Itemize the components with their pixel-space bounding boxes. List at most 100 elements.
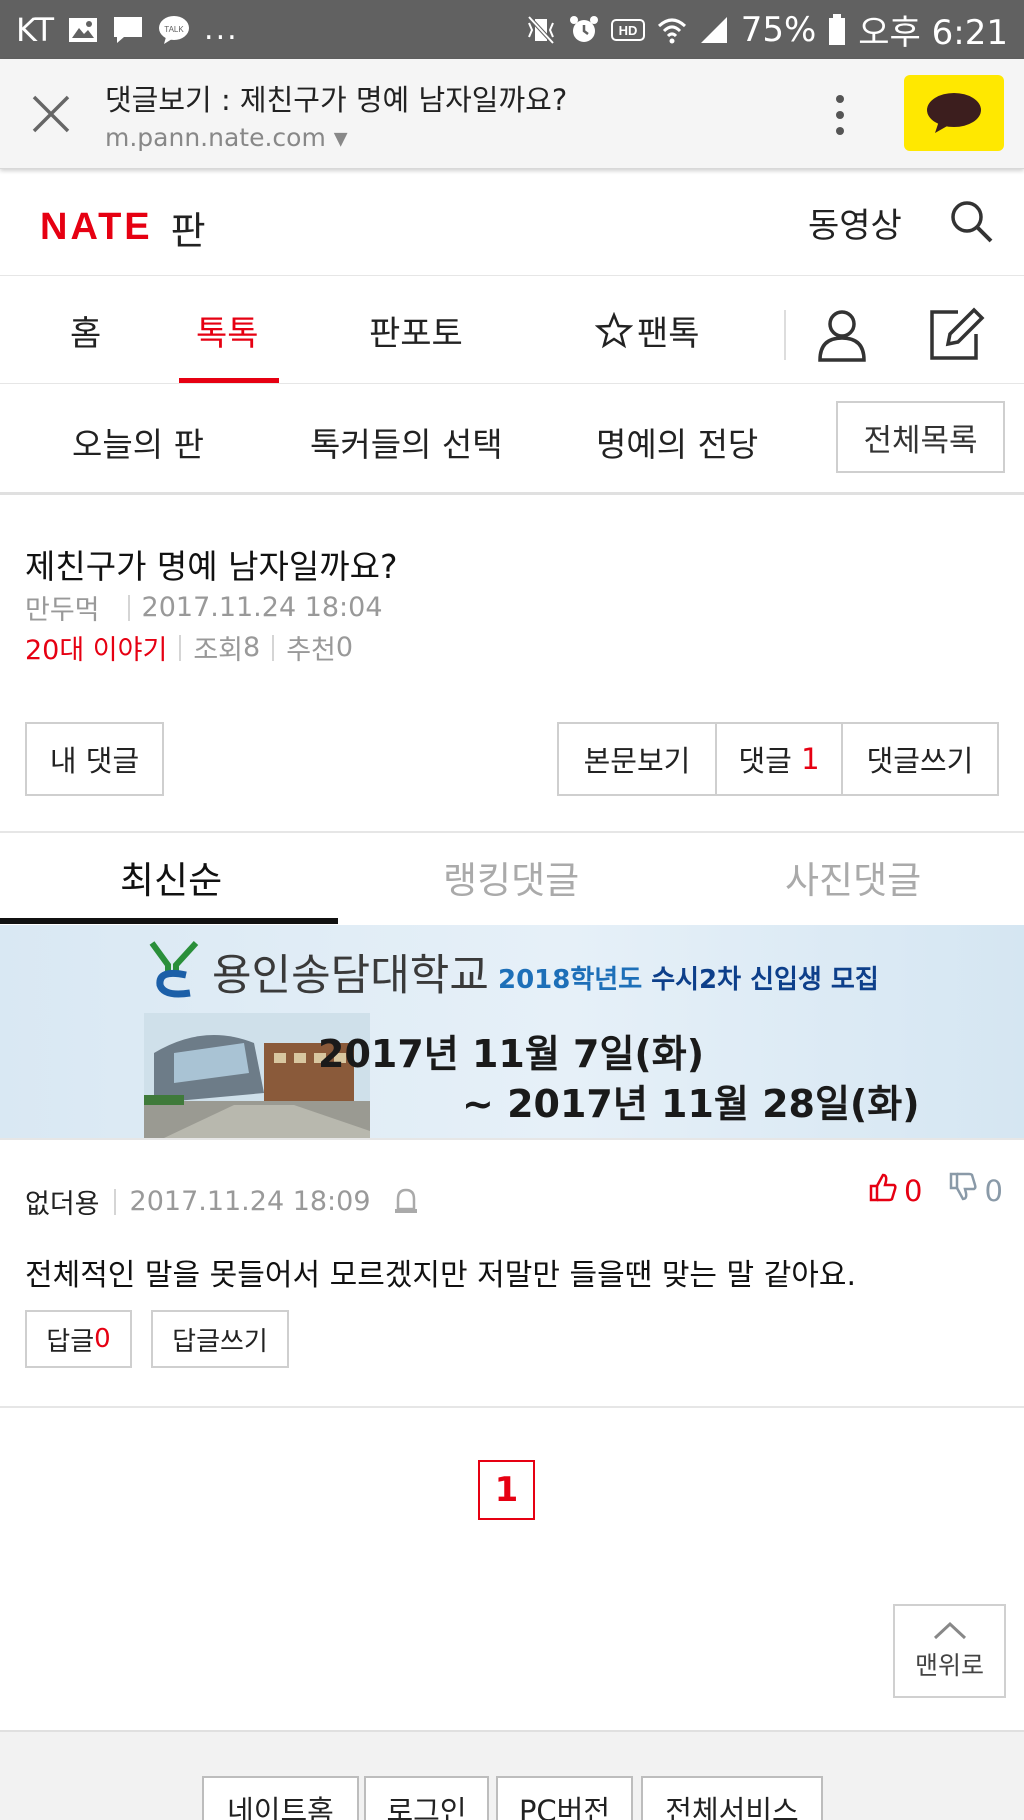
- page-url[interactable]: m.pann.nate.com ▼: [105, 123, 348, 152]
- user-icon[interactable]: [814, 306, 870, 362]
- comment-dislikes: 0: [984, 1173, 1003, 1208]
- post-title: 제친구가 명예 남자일까요?: [25, 547, 398, 586]
- comment-likes: 0: [904, 1173, 923, 1208]
- site-header: NATE 판 동영상: [0, 170, 1024, 276]
- footer-login[interactable]: 로그인: [364, 1776, 489, 1820]
- ad-banner[interactable]: 용인송담대학교 2018학년도 수시2차 신입생 모집 2017년 11월 7일…: [0, 925, 1024, 1138]
- meta-separator: [272, 634, 275, 661]
- caret-down-icon: ▼: [333, 128, 348, 150]
- more-vert-icon[interactable]: [822, 89, 858, 141]
- post-author[interactable]: 만두먹: [25, 588, 100, 627]
- nate-pann-logo[interactable]: NATE 판: [40, 200, 206, 255]
- footer-nate-home[interactable]: 네이트홈: [202, 1776, 359, 1820]
- divider: [0, 831, 1024, 833]
- sub-nav-talkers-choice[interactable]: 톡커들의 선택: [310, 418, 503, 466]
- tab-fantalk-label: 팬톡: [637, 314, 700, 354]
- banner-date-start: 2017년 11월 7일(화): [318, 1032, 705, 1076]
- comments-count: 1: [801, 742, 820, 776]
- page-title: 댓글보기 : 제친구가 명예 남자일까요?: [105, 83, 568, 117]
- comments-button[interactable]: 댓글 1: [715, 722, 843, 796]
- thumbs-up-icon[interactable]: [868, 1172, 898, 1209]
- divider: [0, 1406, 1024, 1408]
- write-icon[interactable]: [926, 304, 986, 364]
- to-top-label: 맨위로: [914, 1651, 984, 1680]
- meta-separator: [113, 1188, 116, 1215]
- video-link[interactable]: 동영상: [808, 198, 902, 247]
- post-stats: 20대 이야기 조회 8 추천 0: [25, 628, 353, 667]
- alarm-icon: [569, 15, 599, 45]
- main-nav: 홈 톡톡 판포토 팬톡: [0, 276, 1024, 384]
- all-list-button[interactable]: 전체목록: [836, 401, 1005, 473]
- active-tab-indicator: [179, 378, 279, 383]
- star-icon: [595, 311, 633, 348]
- speech-bubble-icon: [927, 93, 981, 133]
- nav-divider: [784, 310, 786, 360]
- scroll-to-top-button[interactable]: 맨위로: [893, 1604, 1006, 1698]
- kakaotalk-icon: TALK: [158, 15, 190, 45]
- comment-date: 2017.11.24 18:09: [129, 1186, 371, 1217]
- tab-home[interactable]: 홈: [70, 306, 101, 355]
- comment-author[interactable]: 없더용: [25, 1182, 100, 1221]
- recommend-count: 0: [335, 632, 354, 663]
- banner-date-end: ~ 2017년 11월 28일(화): [462, 1082, 920, 1126]
- close-icon[interactable]: [28, 91, 74, 137]
- comment-meta: 없더용 2017.11.24 18:09: [25, 1182, 419, 1221]
- write-reply-button[interactable]: 답글쓰기: [151, 1310, 289, 1368]
- recommend-label: 추천: [286, 635, 336, 666]
- sort-tab-latest[interactable]: 최신순: [120, 850, 222, 904]
- chevron-up-icon: [933, 1621, 966, 1640]
- comments-label: 댓글: [738, 744, 792, 778]
- footer-pc-version[interactable]: PC버전: [496, 1776, 633, 1820]
- vibrate-mute-icon: [525, 15, 557, 45]
- write-comment-button[interactable]: 댓글쓰기: [841, 722, 999, 796]
- footer-all-services[interactable]: 전체서비스: [641, 1776, 823, 1820]
- banner-recruit: 2018학년도 수시2차 신입생 모집: [498, 959, 879, 996]
- clock: 오후 6:21: [858, 13, 1008, 53]
- status-bar: KT TALK ... HD 75% 오후 6:21: [0, 0, 1024, 59]
- url-text: m.pann.nate.com: [105, 123, 326, 152]
- sort-tab-ranking[interactable]: 랭킹댓글: [443, 850, 579, 904]
- page-number-current[interactable]: 1: [478, 1460, 535, 1520]
- reply-count-button[interactable]: 답글 0: [25, 1310, 132, 1368]
- report-bell-icon[interactable]: [393, 1187, 419, 1217]
- banner-recruit-year: 2018학년도: [498, 965, 643, 995]
- sub-nav: 오늘의 판 톡커들의 선택 명예의 전당 전체목록: [0, 385, 1024, 495]
- post-category[interactable]: 20대 이야기: [25, 628, 167, 667]
- tab-pann-photo[interactable]: 판포토: [369, 306, 463, 355]
- tab-fantalk[interactable]: 팬톡: [595, 306, 700, 355]
- views-label: 조회: [193, 635, 243, 666]
- reply-label: 답글: [46, 1326, 95, 1357]
- university-logo: [146, 939, 202, 1001]
- logo-nate: NATE: [40, 206, 153, 248]
- view-body-button[interactable]: 본문보기: [557, 722, 717, 796]
- battery-icon: [828, 13, 846, 46]
- carrier-label: KT: [16, 10, 55, 49]
- more-notifications: ...: [204, 12, 239, 47]
- hd-voice-icon: HD: [610, 17, 645, 43]
- gallery-icon: [68, 16, 98, 44]
- views-count: 8: [243, 632, 261, 663]
- meta-separator: [127, 594, 130, 621]
- kakaotalk-share-button[interactable]: [904, 75, 1004, 151]
- footer: 네이트홈 로그인 PC버전 전체서비스: [0, 1730, 1024, 1820]
- banner-school-name: 용인송담대학교: [212, 951, 489, 1001]
- browser-toolbar: 댓글보기 : 제친구가 명예 남자일까요? m.pann.nate.com ▼: [0, 59, 1024, 169]
- banner-recruit-title: 수시2차 신입생 모집: [651, 965, 879, 995]
- sub-nav-today[interactable]: 오늘의 판: [72, 418, 204, 466]
- post-date: 2017.11.24 18:04: [141, 592, 383, 623]
- svg-text:TALK: TALK: [164, 25, 184, 34]
- search-icon[interactable]: [948, 198, 994, 244]
- sort-tab-photo[interactable]: 사진댓글: [785, 850, 921, 904]
- wifi-icon: [657, 15, 687, 45]
- svg-text:HD: HD: [618, 23, 637, 38]
- tab-toktok[interactable]: 톡톡: [196, 306, 259, 355]
- logo-pan: 판: [170, 209, 206, 253]
- thumbs-down-icon[interactable]: [948, 1172, 978, 1209]
- sub-nav-hall-of-fame[interactable]: 명예의 전당: [596, 418, 758, 466]
- my-comments-button[interactable]: 내 댓글: [25, 722, 164, 796]
- reply-count: 0: [94, 1324, 111, 1354]
- post-meta: 만두먹 2017.11.24 18:04: [25, 588, 383, 627]
- comment-text: 전체적인 말을 못들어서 모르겠지만 저말만 들을땐 맞는 말 같아요.: [25, 1258, 857, 1293]
- message-icon: [112, 15, 144, 45]
- sort-active-indicator: [0, 918, 338, 924]
